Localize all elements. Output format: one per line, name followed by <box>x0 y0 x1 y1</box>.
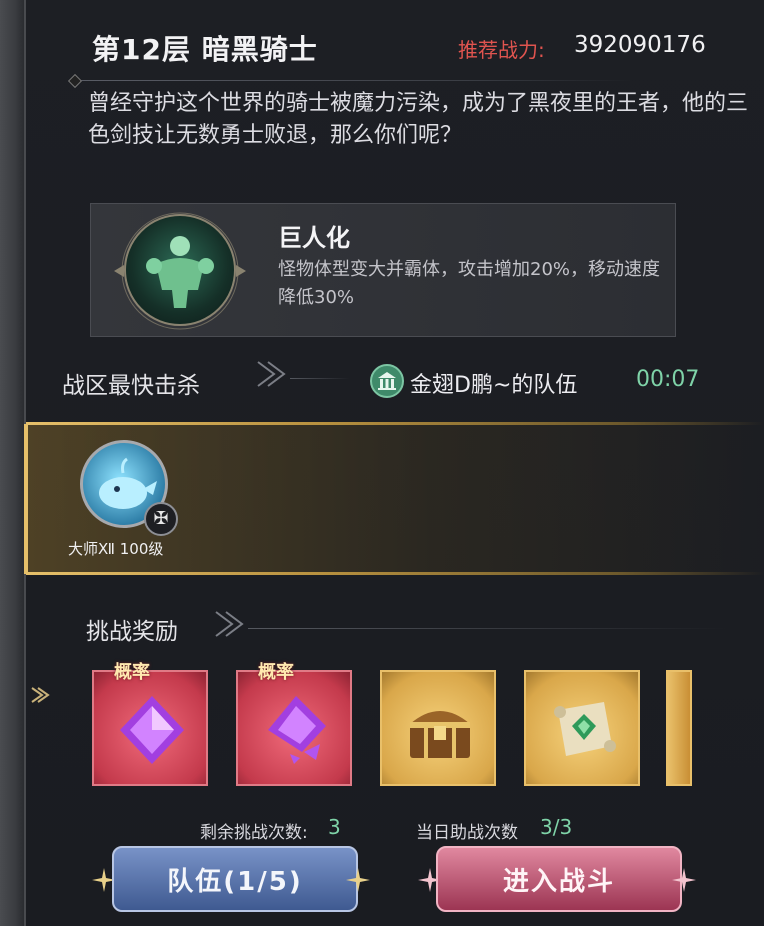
band-left-border <box>24 424 28 574</box>
probability-tag: 概率 <box>114 662 150 683</box>
double-chevron-icon <box>257 361 286 387</box>
reward-item-partial[interactable] <box>666 670 692 786</box>
double-chevron-icon <box>215 611 244 637</box>
buff-title: 巨人化 <box>278 224 350 252</box>
green-scroll-icon <box>554 702 616 756</box>
sparkle-icon <box>346 868 370 892</box>
enter-battle-button[interactable]: 进入战斗 <box>436 846 682 912</box>
chevron-right-icon[interactable] <box>28 684 50 706</box>
temple-icon <box>370 364 404 398</box>
purple-crystal-shard-icon <box>268 696 326 764</box>
sparkle-icon <box>672 868 696 892</box>
band-bottom-border <box>26 572 764 575</box>
band-top-border <box>26 422 764 425</box>
reward-divider <box>248 628 728 629</box>
fastest-team-name[interactable]: 金翅D鹏~的队伍 <box>410 367 577 399</box>
title-divider <box>74 80 634 81</box>
stage-description: 曾经守护这个世界的骑士被魔力污染，成为了黑夜里的王者，他的三色剑技让无数勇士败退… <box>88 91 749 148</box>
reward-item[interactable] <box>524 670 640 786</box>
reward-item[interactable]: 概率 <box>92 662 208 786</box>
remaining-challenges-value: 3 <box>328 815 341 839</box>
remaining-challenges-label: 剩余挑战次数: <box>200 823 308 843</box>
treasure-chest-icon <box>410 711 470 758</box>
purple-crystal-icon <box>120 696 184 764</box>
reward-item[interactable] <box>380 670 496 786</box>
recommended-power-label: 推荐战力: <box>458 38 545 62</box>
challenge-reward-label: 挑战奖励 <box>86 619 178 645</box>
map-edge <box>0 0 26 926</box>
buff-description: 怪物体型变大并霸体，攻击增加20%，移动速度降低30% <box>278 259 661 308</box>
daily-assist-label: 当日助战次数 <box>416 823 518 843</box>
fastest-kill-time: 00:07 <box>636 367 700 392</box>
giant-icon <box>124 214 236 326</box>
recommended-power-value: 392090176 <box>574 32 706 58</box>
kill-divider <box>290 378 350 379</box>
rank-emblem-icon: ✠ <box>144 502 178 536</box>
stage-title: 第12层 暗黑骑士 <box>92 33 318 66</box>
reward-item[interactable]: 概率 <box>236 662 352 786</box>
fastest-kill-label: 战区最快击杀 <box>62 373 200 399</box>
player-rank-level: 大师Ⅻ 100级 <box>68 540 164 558</box>
probability-tag: 概率 <box>258 662 294 683</box>
daily-assist-value: 3/3 <box>540 815 573 839</box>
team-button[interactable]: 队伍(1/5) <box>112 846 358 912</box>
